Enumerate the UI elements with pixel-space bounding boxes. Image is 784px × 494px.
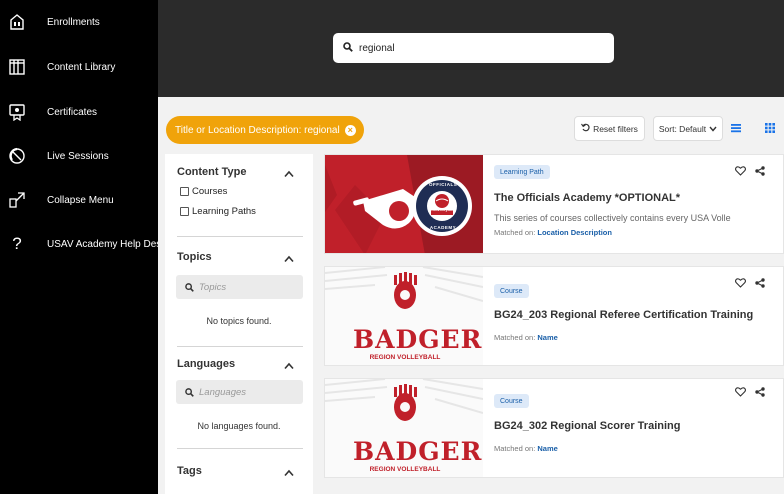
- card-thumbnail: BADGER REGION VOLLEYBALL: [325, 267, 483, 365]
- collapse-icon: [6, 189, 28, 211]
- sidebar-item-label: Certificates: [47, 106, 98, 118]
- search-icon: [343, 39, 353, 57]
- tags-heading: Tags: [177, 465, 202, 477]
- sidebar-item-live-sessions[interactable]: Live Sessions: [0, 141, 158, 171]
- thumb-logo-mid: USAVolleyball: [430, 208, 454, 212]
- match-prefix: Matched on:: [494, 444, 536, 453]
- share-icon[interactable]: [755, 278, 765, 288]
- type-badge: Course: [494, 394, 529, 408]
- reset-filters-button[interactable]: Reset filters: [574, 116, 645, 141]
- reset-icon: [581, 123, 590, 134]
- share-icon[interactable]: [755, 387, 765, 397]
- languages-empty-text: No languages found.: [197, 421, 281, 431]
- active-filter-chip[interactable]: Title or Location Description: regional …: [166, 116, 364, 144]
- live-sessions-icon: [6, 145, 28, 167]
- card-match: Matched on: Location Description: [494, 228, 612, 237]
- chevron-up-icon[interactable]: [283, 170, 295, 178]
- card-title[interactable]: BG24_203 Regional Referee Certification …: [494, 309, 753, 321]
- languages-search-input[interactable]: Languages: [176, 380, 303, 404]
- sort-dropdown[interactable]: Sort: Default: [653, 116, 723, 141]
- checkbox[interactable]: [180, 207, 189, 216]
- divider: [177, 236, 303, 237]
- content-type-heading: Content Type: [177, 166, 247, 178]
- option-label: Learning Paths: [192, 206, 256, 217]
- sidebar-item-collapse-menu[interactable]: Collapse Menu: [0, 185, 158, 215]
- card-match: Matched on: Name: [494, 444, 558, 453]
- filter-option-learning-paths[interactable]: Learning Paths: [180, 206, 256, 217]
- sidebar-item-label: Content Library: [47, 61, 116, 73]
- option-label: Courses: [192, 186, 228, 197]
- heart-icon[interactable]: [735, 278, 746, 288]
- list-view-icon[interactable]: [729, 121, 743, 135]
- heart-icon[interactable]: [735, 387, 746, 397]
- chevron-down-icon: [709, 124, 717, 134]
- card-title[interactable]: The Officials Academy *OPTIONAL*: [494, 192, 680, 204]
- sidebar-item-label: USAV Academy Help Desk: [47, 238, 167, 250]
- type-badge: Course: [494, 284, 529, 298]
- sidebar: Enrollments Content Library Certificates…: [0, 0, 166, 494]
- thumb-logo-bottom: ACADEMY: [429, 225, 457, 230]
- checkbox[interactable]: [180, 187, 189, 196]
- heart-icon[interactable]: [735, 166, 746, 176]
- card-description: This series of courses collectively cont…: [494, 213, 731, 223]
- sidebar-item-enrollments[interactable]: Enrollments: [0, 7, 158, 37]
- topics-heading: Topics: [177, 251, 212, 263]
- sidebar-item-certificates[interactable]: Certificates: [0, 97, 158, 127]
- thumb-sub: REGION VOLLEYBALL: [369, 354, 441, 361]
- match-field: Name: [537, 333, 558, 342]
- match-prefix: Matched on:: [494, 228, 536, 237]
- help-icon: ?: [12, 234, 22, 253]
- main-content: Title or Location Description: regional …: [158, 97, 784, 494]
- type-badge: Learning Path: [494, 165, 550, 179]
- certificate-icon: [6, 101, 28, 123]
- sort-label: Sort: Default: [658, 123, 707, 134]
- result-card[interactable]: BADGER REGION VOLLEYBALL Course BG24_203…: [324, 266, 784, 366]
- chevron-up-icon[interactable]: [283, 469, 295, 477]
- filters-panel: Content Type Courses Learning Paths Topi…: [165, 154, 313, 494]
- thumb-sub: REGION VOLLEYBALL: [369, 466, 441, 473]
- card-thumbnail: OFFICIALS USAVolleyball ACADEMY: [325, 155, 483, 253]
- divider: [177, 448, 303, 449]
- sidebar-item-content-library[interactable]: Content Library: [0, 52, 158, 82]
- card-title[interactable]: BG24_302 Regional Scorer Training: [494, 420, 680, 432]
- languages-placeholder: Languages: [199, 386, 247, 398]
- chevron-up-icon[interactable]: [283, 362, 295, 370]
- top-bar: regional: [158, 0, 784, 97]
- reset-label: Reset filters: [593, 123, 638, 134]
- grid-view-icon[interactable]: [763, 121, 777, 135]
- search-icon: [185, 282, 194, 292]
- result-card[interactable]: OFFICIALS USAVolleyball ACADEMY Learning…: [324, 154, 784, 254]
- thumb-brand: BADGER: [353, 325, 483, 354]
- share-icon[interactable]: [755, 166, 765, 176]
- languages-heading: Languages: [177, 358, 236, 370]
- library-icon: [6, 56, 28, 78]
- topics-placeholder: Topics: [199, 281, 227, 293]
- thumb-logo-top: OFFICIALS: [429, 182, 458, 187]
- result-card[interactable]: BADGER REGION VOLLEYBALL Course BG24_302…: [324, 378, 784, 478]
- match-field: Name: [537, 444, 558, 453]
- search-input[interactable]: regional: [333, 33, 614, 63]
- filter-chip-label: Title or Location Description: regional: [175, 124, 340, 136]
- remove-filter-icon[interactable]: ×: [344, 124, 356, 136]
- sidebar-item-label: Collapse Menu: [47, 194, 114, 206]
- enrollments-icon: [6, 11, 28, 33]
- filter-option-courses[interactable]: Courses: [180, 186, 227, 197]
- search-icon: [185, 387, 194, 397]
- thumb-brand: BADGER: [353, 437, 483, 466]
- search-value: regional: [359, 42, 395, 54]
- card-thumbnail: BADGER REGION VOLLEYBALL: [325, 379, 483, 477]
- divider: [177, 346, 303, 347]
- card-match: Matched on: Name: [494, 333, 558, 342]
- match-field: Location Description: [537, 228, 612, 237]
- sidebar-item-label: Enrollments: [47, 16, 100, 28]
- topics-empty-text: No topics found.: [206, 316, 272, 326]
- topics-search-input[interactable]: Topics: [176, 275, 303, 299]
- chevron-up-icon[interactable]: [283, 255, 295, 263]
- sidebar-item-help-desk[interactable]: ? USAV Academy Help Desk: [0, 229, 166, 259]
- match-prefix: Matched on:: [494, 333, 536, 342]
- sidebar-item-label: Live Sessions: [47, 150, 109, 162]
